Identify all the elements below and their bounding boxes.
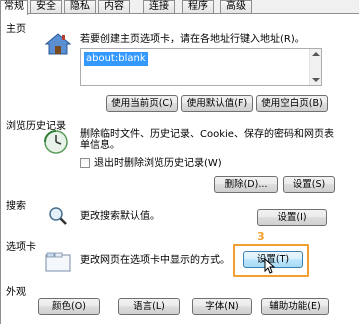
search-section-title: 搜索 [6,201,26,212]
languages-button[interactable]: 语言(L) [118,298,180,315]
tab-content[interactable]: 内容 [98,0,130,13]
tab-privacy[interactable]: 隐私 [64,0,96,13]
home-description: 若要创建主页选项卡，请在各地址行键入地址(R)。 [80,34,305,45]
house-icon [44,33,72,58]
tab-programs[interactable]: 程序 [182,0,214,13]
mouse-pointer-icon [264,257,276,277]
appearance-section-title: 外观 [6,287,26,298]
url-field-scrollbar[interactable] [309,49,321,85]
delete-on-exit-checkbox[interactable] [80,158,90,168]
tab-general[interactable]: 常规 [0,0,28,15]
tab-strip: 常规 安全 隐私 内容 连接 程序 高级 [0,0,359,15]
tab-security[interactable]: 安全 [30,0,62,13]
home-section-title: 主页 [6,24,26,35]
history-settings-button[interactable]: 设置(S) [283,176,335,193]
search-description: 更改搜索默认值。 [80,211,160,222]
fonts-button[interactable]: 字体(N) [192,298,252,315]
tabs-description: 更改网页在选项卡中显示的方式。 [80,255,230,266]
accessibility-button[interactable]: 辅助功能(E) [261,298,329,315]
magnifier-icon [48,206,68,229]
scroll-up-icon[interactable] [312,52,320,56]
home-url-value: about:blank [84,52,148,66]
use-blank-button[interactable]: 使用空白页(B) [256,95,328,112]
delete-on-exit-label[interactable]: 退出时删除浏览历史记录(W) [94,158,222,169]
tabs-section-title: 选项卡 [6,242,36,253]
tabbed-window-icon [45,252,71,275]
tab-advanced[interactable]: 高级 [220,0,252,13]
step-number-callout: 3 [257,230,265,243]
scroll-down-icon[interactable] [312,78,320,82]
history-description: 删除临时文件、历史记录、Cookie、保存的密码和网页表单信息。 [80,129,334,151]
search-settings-button[interactable]: 设置(I) [257,209,327,226]
colors-button[interactable]: 颜色(O) [38,298,100,315]
use-default-button[interactable]: 使用默认值(F) [181,95,253,112]
use-current-button[interactable]: 使用当前页(C) [106,95,178,112]
delete-history-button[interactable]: 删除(D)... [214,176,278,193]
tab-connections[interactable]: 连接 [143,0,175,13]
history-clock-icon [43,129,69,158]
home-page-url-field[interactable]: about:blank [80,48,322,86]
